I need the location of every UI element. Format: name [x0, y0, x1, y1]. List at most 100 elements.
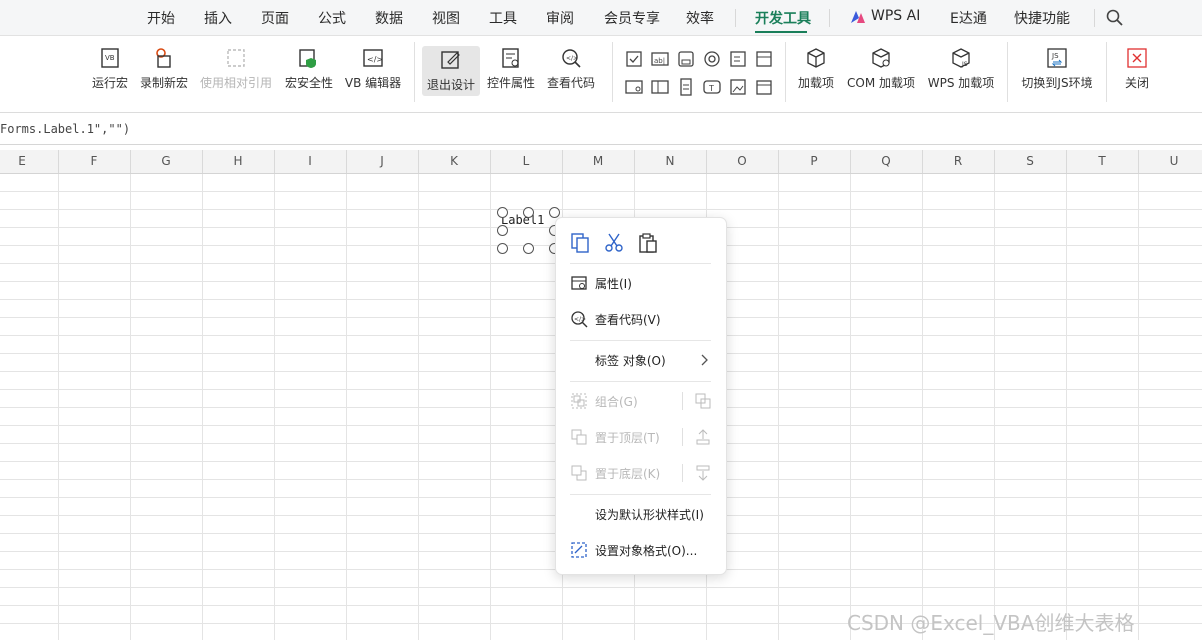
tab-page[interactable]: 页面 [261, 8, 289, 28]
formula-bar[interactable]: Forms.Label.1","") [0, 118, 1202, 145]
exit-design-button[interactable]: 退出设计 [422, 46, 480, 96]
run-macro-label: 运行宏 [91, 76, 128, 90]
control-properties-button[interactable]: 控件属性 [485, 44, 537, 96]
search-icon[interactable] [1106, 9, 1123, 26]
vb-editor-button[interactable]: </> VB 编辑器 [342, 44, 404, 96]
tab-member[interactable]: 会员专享 [604, 8, 660, 28]
tab-tools[interactable]: 工具 [489, 8, 517, 28]
paste-icon[interactable] [637, 232, 659, 254]
menu-item-default-shape-style[interactable]: 设为默认形状样式(I) [556, 498, 726, 530]
column-header-r[interactable]: R [922, 150, 995, 173]
label-control-icon[interactable]: T [702, 77, 722, 97]
menu-item-properties[interactable]: 属性(I) [556, 267, 726, 299]
menu-item-label: 置于顶层(T) [595, 431, 660, 445]
column-header-u[interactable]: U [1138, 150, 1202, 173]
send-backward-icon[interactable] [694, 464, 712, 482]
addins-label: 加载项 [797, 76, 834, 90]
resize-handle[interactable] [497, 243, 508, 254]
option-button-icon[interactable] [702, 49, 722, 69]
tab-review[interactable]: 审阅 [546, 8, 574, 28]
scrollbar-control-icon[interactable] [676, 77, 696, 97]
svg-text:</>: </> [367, 55, 383, 64]
switch-js-button[interactable]: JS 切换到JS环境 [1018, 44, 1096, 96]
column-header-t[interactable]: T [1066, 150, 1139, 173]
resize-handle[interactable] [497, 225, 508, 236]
control-properties-label: 控件属性 [486, 76, 535, 90]
run-macro-button[interactable]: VB 运行宏 [90, 44, 130, 96]
resize-handle[interactable] [497, 207, 508, 218]
resize-handle[interactable] [523, 207, 534, 218]
column-header-row: E F G H I J K L M N O P Q R S T U [0, 150, 1202, 174]
cut-icon[interactable] [603, 232, 625, 254]
developer-ribbon: VB 运行宏 录制新宏 使用相对引用 宏安全性 </> VB 编辑器 退出设计 … [0, 36, 1202, 113]
tab-efficiency[interactable]: 效率 [686, 8, 714, 28]
textbox-control-icon[interactable]: ab| [650, 49, 670, 69]
grid-line [0, 587, 1202, 588]
close-icon [1127, 48, 1147, 68]
tab-home[interactable]: 开始 [147, 8, 175, 28]
macro-security-button[interactable]: 宏安全性 [283, 44, 335, 96]
column-header-n[interactable]: N [634, 150, 707, 173]
tab-formulas[interactable]: 公式 [318, 8, 346, 28]
more-controls-icon[interactable] [754, 77, 774, 97]
column-header-l[interactable]: L [490, 150, 563, 173]
menu-item-label-object[interactable]: 标签 对象(O) [556, 344, 726, 376]
checkbox-control-icon[interactable] [624, 49, 644, 69]
send-to-back-icon [571, 465, 587, 481]
tab-separator [1094, 9, 1095, 27]
wps-addins-button[interactable]: JS WPS 加载项 [926, 44, 996, 96]
tab-shortcuts[interactable]: 快捷功能 [1014, 8, 1070, 28]
bring-to-front-icon [571, 429, 587, 445]
svg-text:</>: </> [566, 55, 578, 62]
copy-icon[interactable] [569, 232, 591, 254]
menu-item-label: 设置对象格式(O)... [595, 544, 698, 558]
column-header-g[interactable]: G [130, 150, 203, 173]
ribbon-separator [785, 42, 786, 102]
ungroup-icon[interactable] [694, 392, 712, 410]
close-developer-button[interactable]: 关闭 [1117, 44, 1157, 96]
wps-addins-label: WPS 加载项 [927, 76, 995, 90]
column-header-s[interactable]: S [994, 150, 1067, 173]
column-header-m[interactable]: M [562, 150, 635, 173]
resize-handle[interactable] [549, 207, 560, 218]
menu-item-view-code[interactable]: </> 查看代码(V) [556, 303, 726, 335]
view-code-button[interactable]: </> 查看代码 [545, 44, 597, 96]
toggle-button-icon[interactable] [624, 77, 644, 97]
command-button-icon[interactable] [676, 49, 696, 69]
column-header-p[interactable]: P [778, 150, 851, 173]
record-icon [156, 48, 171, 68]
svg-text:</>: </> [574, 316, 586, 323]
tab-data[interactable]: 数据 [375, 8, 403, 28]
column-header-j[interactable]: J [346, 150, 419, 173]
relative-reference-button[interactable]: 使用相对引用 [198, 44, 274, 96]
properties-icon [571, 276, 587, 290]
menu-item-format-object[interactable]: 设置对象格式(O)... [556, 534, 726, 566]
column-header-q[interactable]: Q [850, 150, 923, 173]
tab-view[interactable]: 视图 [432, 8, 460, 28]
column-header-o[interactable]: O [706, 150, 779, 173]
image-control-icon[interactable] [728, 77, 748, 97]
svg-text:VB: VB [105, 54, 115, 62]
tab-edatong[interactable]: E达通 [950, 8, 987, 28]
tab-wps-ai[interactable]: WPS AI [871, 8, 920, 24]
column-header-e[interactable]: E [0, 150, 59, 173]
column-header-k[interactable]: K [418, 150, 491, 173]
listbox-control-icon[interactable] [728, 49, 748, 69]
addins-button[interactable]: 加载项 [796, 44, 836, 96]
column-header-f[interactable]: F [58, 150, 131, 173]
tab-developer[interactable]: 开发工具 [755, 8, 811, 28]
js-switch-icon: JS [1047, 48, 1067, 68]
spin-button-icon[interactable] [650, 77, 670, 97]
label-control[interactable]: Label1 [497, 207, 560, 254]
tab-insert[interactable]: 插入 [204, 8, 232, 28]
bring-forward-icon[interactable] [694, 428, 712, 446]
column-header-i[interactable]: I [274, 150, 347, 173]
record-macro-label: 录制新宏 [139, 76, 188, 90]
com-addins-button[interactable]: COM 加载项 [845, 44, 917, 96]
grid-line [0, 209, 1202, 210]
combobox-control-icon[interactable] [754, 49, 774, 69]
record-macro-button[interactable]: 录制新宏 [138, 44, 190, 96]
column-header-h[interactable]: H [202, 150, 275, 173]
view-code-label: 查看代码 [546, 76, 595, 90]
resize-handle[interactable] [523, 243, 534, 254]
